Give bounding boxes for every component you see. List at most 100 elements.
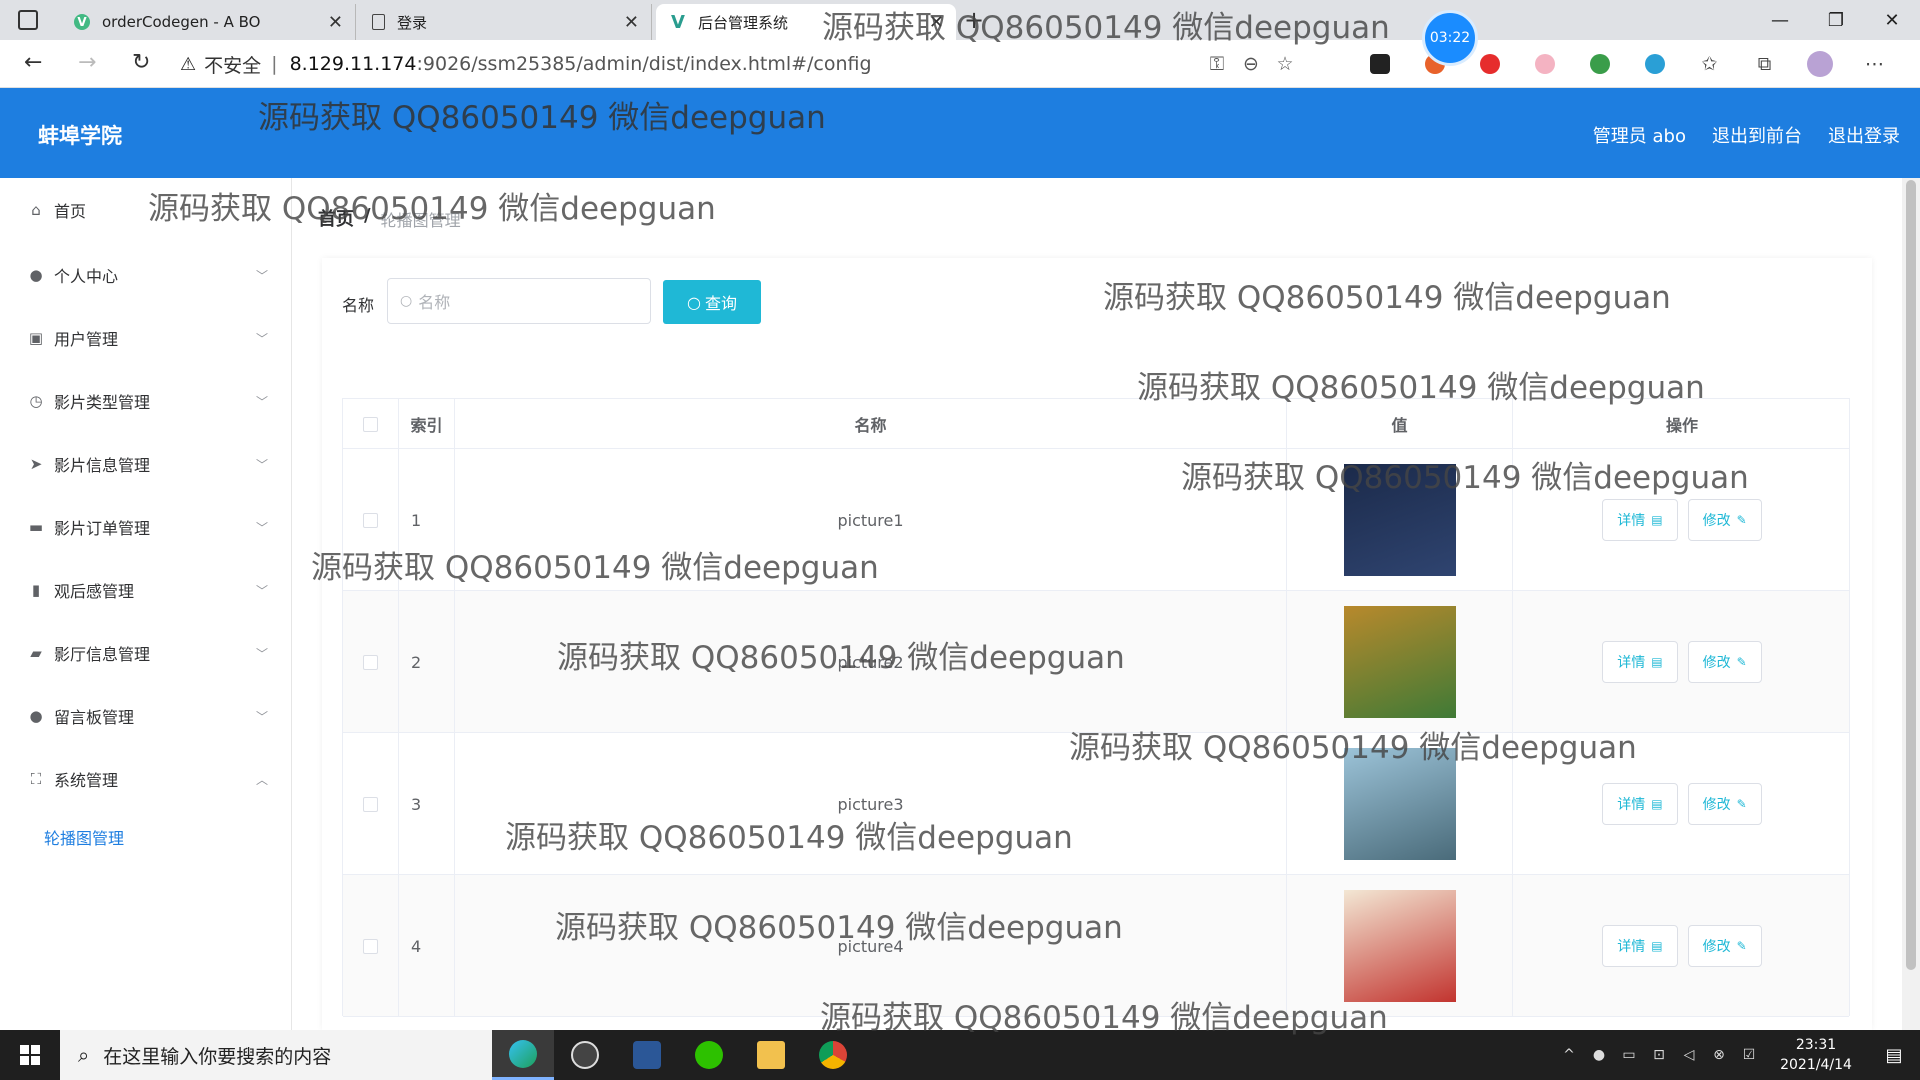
favorites-icon[interactable]: ✩ [1682,53,1737,75]
extension-icon[interactable] [1517,54,1572,74]
restore-icon[interactable]: ❐ [1808,0,1864,40]
sidebar-item-label: 留言板管理 [54,708,135,727]
sidebar-item-reviews[interactable]: ▮ 观后感管理 ﹀ [0,570,292,610]
back-icon[interactable]: ← [24,50,42,75]
muted-icon[interactable]: ⊗ [1704,1047,1734,1063]
clock[interactable]: 23:31 2021/4/14 [1764,1035,1868,1075]
edit-icon: ✎ [1736,939,1747,953]
to-front-link[interactable]: 退出到前台 [1712,122,1802,148]
chevron-down-icon: ﹀ [255,457,268,472]
check-icon[interactable]: ☑ [1734,1047,1764,1063]
chevron-up-icon[interactable]: ^ [1554,1047,1584,1063]
chevron-down-icon: ﹀ [255,268,268,283]
battery-icon[interactable]: ▭ [1614,1047,1644,1063]
sidebar-item-movie-info[interactable]: ➤ 影片信息管理 ﹀ [0,444,292,484]
bar-chart-icon: ▮ [31,581,41,599]
sidebar-item-movie-types[interactable]: ◷ 影片类型管理 ﹀ [0,381,292,421]
briefcase-icon: ▬ [28,518,44,536]
sidebar-item-personal[interactable]: ● 个人中心 ﹀ [0,255,292,295]
edit-button[interactable]: 修改 ✎ [1687,499,1762,541]
search-input[interactable]: ○ 名称 [387,278,651,324]
tab-ordercodegen[interactable]: V orderCodegen - A BO ✕ [60,4,356,40]
refresh-icon[interactable]: ↻ [132,50,150,75]
detail-button[interactable]: 详情 ▤ [1602,499,1678,541]
folder-icon[interactable] [740,1030,802,1080]
more-icon[interactable]: ⋯ [1847,53,1902,75]
timer-badge: 03:22 [1422,10,1478,66]
select-all-cell [343,399,399,449]
sidebar-item-label: 影厅信息管理 [54,645,151,664]
page-scrollbar[interactable] [1902,178,1920,1030]
extension-icon[interactable] [1572,54,1627,74]
app-icon[interactable] [554,1030,616,1080]
row-checkbox[interactable] [363,938,378,954]
sidebar-item-users[interactable]: ▣ 用户管理 ﹀ [0,318,292,358]
word-icon[interactable] [616,1030,678,1080]
key-icon[interactable]: ⚿ [1200,53,1234,75]
row-checkbox[interactable] [363,796,378,812]
warning-icon: ⚠ [180,53,197,75]
row-index: 2 [399,591,455,733]
minimize-icon[interactable]: — [1752,0,1808,40]
detail-button[interactable]: 详情 ▤ [1602,641,1678,683]
row-index: 4 [399,875,455,1017]
volume-icon[interactable]: ◁ [1674,1047,1704,1063]
detail-label: 详情 [1617,513,1646,529]
close-icon[interactable]: ✕ [328,12,343,33]
taskbar-search[interactable]: ⌕ 在这里输入你要搜索的内容 [60,1030,492,1080]
edit-button[interactable]: 修改 ✎ [1687,783,1762,825]
detail-button[interactable]: 详情 ▤ [1602,783,1678,825]
scrollbar-thumb[interactable] [1906,180,1916,970]
chat-icon: ▰ [30,644,42,662]
url-input[interactable]: ⚠ 不安全 | 8.129.11.174 :9026/ssm25385/admi… [180,46,1320,82]
carousel-thumbnail[interactable] [1343,890,1456,1002]
extension-icon[interactable] [1627,54,1682,74]
extension-icon[interactable] [1352,54,1407,74]
clock-date: 2021/4/14 [1780,1057,1852,1073]
edit-button[interactable]: 修改 ✎ [1687,925,1762,967]
network-icon[interactable]: ⊡ [1644,1047,1674,1063]
collections-icon[interactable]: ⧉ [1737,53,1792,75]
watermark: 源码获取 QQ86050149 微信deepguan [820,1000,1388,1036]
document-icon: ▤ [1651,655,1663,669]
logout-link[interactable]: 退出登录 [1828,122,1900,148]
row-actions: 详情 ▤ 修改 ✎ [1513,591,1851,733]
tab-actions-icon[interactable] [18,10,38,30]
avatar[interactable] [1792,51,1847,77]
row-checkbox[interactable] [363,512,378,528]
watermark: 源码获取 QQ86050149 微信deepguan [557,640,1125,676]
chevron-down-icon: ﹀ [255,709,268,724]
carousel-thumbnail[interactable] [1343,606,1456,718]
brand-title: 蚌埠学院 [38,124,122,148]
favorite-icon[interactable]: ☆ [1268,53,1302,75]
sidebar-item-system[interactable]: ⛶ 系统管理 ︿ [0,759,292,799]
tab-login[interactable]: 登录 ✕ [358,4,652,40]
edit-button[interactable]: 修改 ✎ [1687,641,1762,683]
sidebar-item-carousel[interactable]: 轮播图管理 [0,817,292,857]
row-checkbox[interactable] [363,654,378,670]
sidebar-item-orders[interactable]: ▬ 影片订单管理 ﹀ [0,507,292,547]
detail-button[interactable]: 详情 ▤ [1602,925,1678,967]
select-all-checkbox[interactable] [363,416,378,432]
windows-icon [20,1045,40,1065]
notification-icon[interactable]: ▤ [1868,1045,1920,1066]
sidebar-item-label: 影片类型管理 [54,393,151,412]
chrome-icon[interactable] [802,1030,864,1080]
start-button[interactable] [0,1030,60,1080]
tray-app-icon[interactable]: ● [1584,1047,1614,1063]
search-button[interactable]: ○ 查询 [663,280,761,324]
edit-label: 修改 [1702,655,1731,671]
forward-icon[interactable]: → [78,50,96,75]
watermark: 源码获取 QQ86050149 微信deepguan [1069,730,1637,766]
zoom-icon[interactable]: ⊖ [1234,53,1268,75]
close-window-icon[interactable]: ✕ [1864,0,1920,40]
detail-label: 详情 [1617,797,1646,813]
close-icon[interactable]: ✕ [624,12,639,33]
sidebar-item-halls[interactable]: ▰ 影厅信息管理 ﹀ [0,633,292,673]
sidebar-item-messages[interactable]: ● 留言板管理 ﹀ [0,696,292,736]
edge-icon[interactable] [492,1030,554,1080]
url-path: :9026/ssm25385/admin/dist/index.html#/co… [416,53,872,75]
header-index[interactable]: 索引 [399,399,455,449]
chevron-down-icon: ﹀ [255,520,268,535]
wechat-icon[interactable] [678,1030,740,1080]
